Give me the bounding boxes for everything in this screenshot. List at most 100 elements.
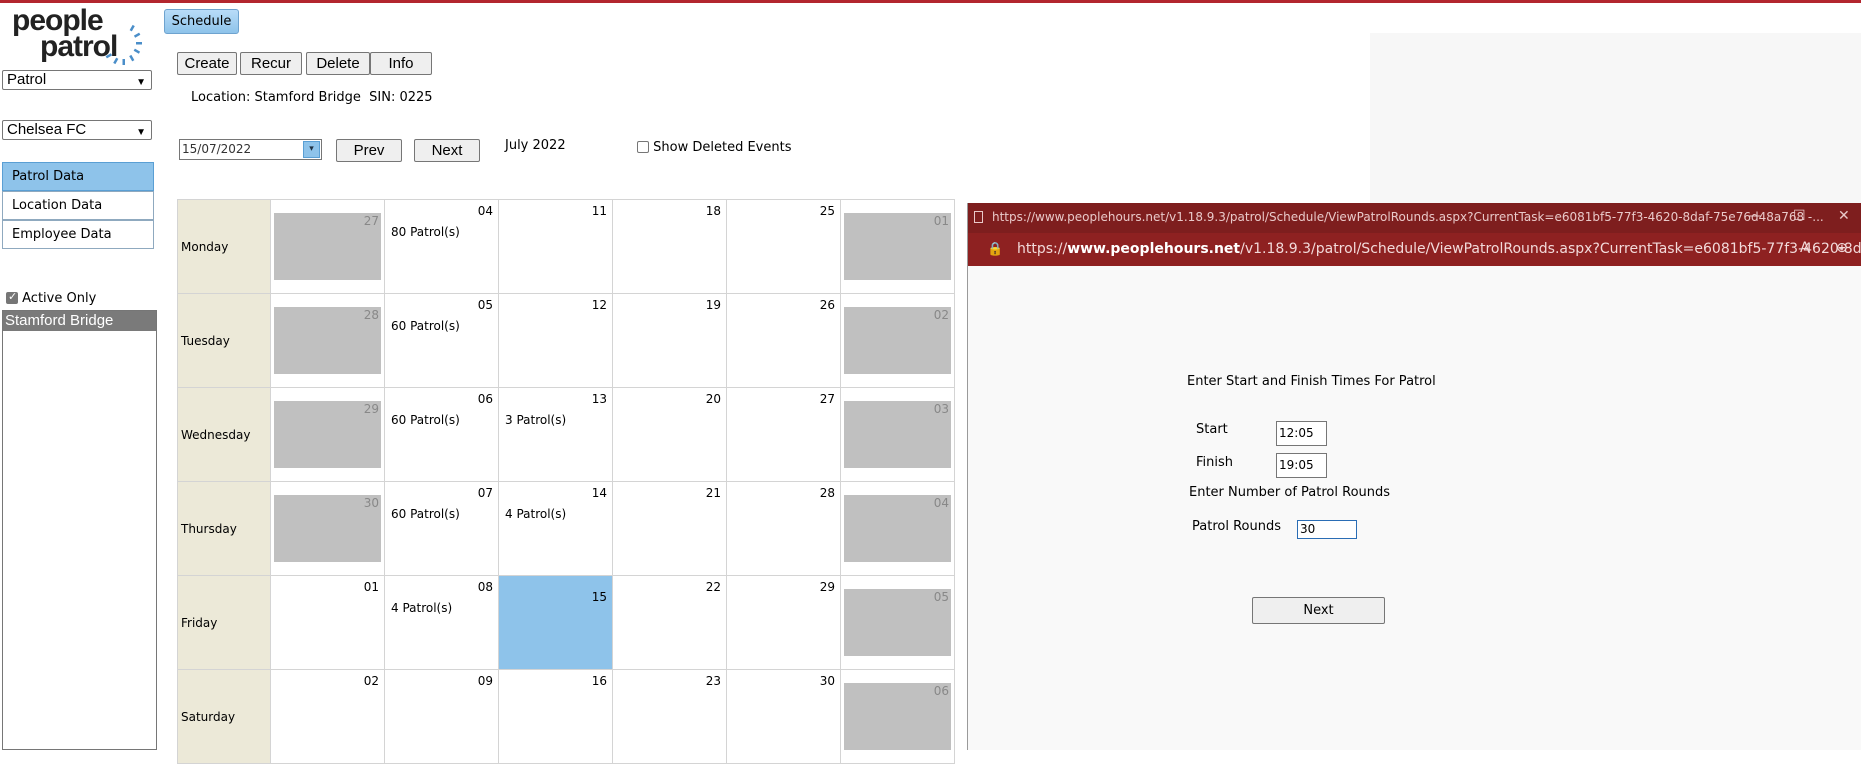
client-select-value: Chelsea FC: [7, 121, 87, 138]
calendar-day-cell[interactable]: 05: [840, 575, 955, 670]
calendar-day-cell[interactable]: 22: [612, 575, 727, 670]
calendar-day-cell[interactable]: 04 80 Patrol(s): [384, 199, 499, 294]
calendar-day-cell[interactable]: 18: [612, 199, 727, 294]
calendar-day-cell[interactable]: 02: [270, 669, 385, 764]
calendar-grid: Monday 27 04 80 Patrol(s) 11 18 25 01 Tuesday 28 0…: [177, 199, 955, 764]
address-path: /v1.18.9.3/patrol/Schedule/ViewPatrolRou…: [1240, 241, 1861, 257]
tab-patrol-data[interactable]: Patrol Data: [2, 162, 154, 191]
calendar-day-cell[interactable]: 01: [840, 199, 955, 294]
day-number: 20: [705, 392, 721, 406]
calendar-day-cell[interactable]: 25: [726, 199, 841, 294]
calendar-day-cell[interactable]: 30: [270, 481, 385, 576]
minimize-icon[interactable]: —: [1748, 208, 1762, 224]
calendar-week-row: Tuesday 28 05 60 Patrol(s) 12 19 26 02: [177, 293, 955, 388]
popup-title-url: https://www.peoplehours.net/v1.18.9.3/pa…: [992, 210, 1824, 224]
calendar-day-cell[interactable]: 28: [270, 293, 385, 388]
schedule-tab-button[interactable]: Schedule: [164, 9, 239, 34]
people-patrol-logo: people patrol: [12, 6, 142, 68]
calendar-day-cell[interactable]: 14 4 Patrol(s): [498, 481, 613, 576]
calendar-day-cell[interactable]: 12: [498, 293, 613, 388]
popup-address-url: https://www.peoplehours.net/v1.18.9.3/pa…: [1017, 241, 1861, 257]
calendar-day-cell[interactable]: 13 3 Patrol(s): [498, 387, 613, 482]
calendar-day-cell[interactable]: 19: [612, 293, 727, 388]
calendar-day-cell[interactable]: 03: [840, 387, 955, 482]
location-listbox[interactable]: Stamford Bridge: [2, 310, 157, 750]
close-icon[interactable]: ✕: [1838, 208, 1850, 224]
calendar-day-cell[interactable]: 29: [270, 387, 385, 482]
calendar-dropdown-icon[interactable]: ▾: [303, 141, 320, 158]
calendar-week-row: Wednesday 29 06 60 Patrol(s) 13 3 Patrol(s) 20…: [177, 387, 955, 482]
calendar-day-cell[interactable]: 11: [498, 199, 613, 294]
calendar-day-cell[interactable]: 30: [726, 669, 841, 764]
create-button[interactable]: Create: [177, 52, 237, 75]
location-info: Location: Stamford Bridge SIN: 0225: [191, 90, 433, 105]
calendar-day-cell[interactable]: 01: [270, 575, 385, 670]
day-number: 15: [591, 590, 607, 604]
calendar-day-cell[interactable]: 26: [726, 293, 841, 388]
day-number: 03: [933, 402, 949, 416]
show-deleted-checkbox[interactable]: [637, 141, 649, 153]
patrol-rounds-input[interactable]: 30: [1297, 520, 1357, 539]
rounds-heading: Enter Number of Patrol Rounds: [1189, 485, 1391, 500]
day-number: 29: [819, 580, 835, 594]
page-icon: [974, 211, 983, 223]
weekday-label: Tuesday: [177, 293, 271, 388]
calendar-day-cell[interactable]: 27: [270, 199, 385, 294]
chevron-down-icon: ▼: [136, 127, 146, 138]
calendar-day-cell[interactable]: 29: [726, 575, 841, 670]
finish-time-input[interactable]: 19:05: [1276, 453, 1327, 478]
calendar-day-cell[interactable]: 05 60 Patrol(s): [384, 293, 499, 388]
list-item[interactable]: Stamford Bridge: [3, 311, 156, 331]
calendar-day-cell[interactable]: 06 60 Patrol(s): [384, 387, 499, 482]
calendar-day-cell[interactable]: 15: [498, 575, 613, 670]
tab-location-data[interactable]: Location Data: [2, 191, 154, 220]
delete-button[interactable]: Delete: [306, 52, 370, 75]
times-heading: Enter Start and Finish Times For Patrol: [1187, 374, 1436, 389]
calendar-day-cell[interactable]: 20: [612, 387, 727, 482]
client-select[interactable]: Chelsea FC ▼: [2, 120, 152, 140]
calendar-day-cell[interactable]: 02: [840, 293, 955, 388]
calendar-day-cell[interactable]: 08 4 Patrol(s): [384, 575, 499, 670]
patrol-event[interactable]: 60 Patrol(s): [391, 507, 460, 521]
popup-next-button[interactable]: Next: [1252, 597, 1385, 624]
prev-button[interactable]: Prev: [336, 139, 402, 162]
day-number: 19: [705, 298, 721, 312]
tab-employee-data[interactable]: Employee Data: [2, 220, 154, 249]
patrol-event[interactable]: 3 Patrol(s): [505, 413, 566, 427]
show-deleted-label: Show Deleted Events: [653, 140, 792, 155]
recur-button[interactable]: Recur: [240, 52, 302, 75]
zoom-icon[interactable]: ⊕: [1836, 240, 1848, 256]
read-aloud-icon[interactable]: A: [1800, 240, 1810, 256]
calendar-day-cell[interactable]: 21: [612, 481, 727, 576]
patrol-event[interactable]: 60 Patrol(s): [391, 413, 460, 427]
calendar-day-cell[interactable]: 09: [384, 669, 499, 764]
day-number: 12: [591, 298, 607, 312]
day-number: 01: [933, 214, 949, 228]
patrol-event[interactable]: 4 Patrol(s): [505, 507, 566, 521]
patrol-event[interactable]: 60 Patrol(s): [391, 319, 460, 333]
day-number: 02: [363, 674, 379, 688]
maximize-icon[interactable]: ☐: [1793, 208, 1806, 224]
calendar-day-cell[interactable]: 04: [840, 481, 955, 576]
info-button[interactable]: Info: [370, 52, 432, 75]
calendar-day-cell[interactable]: 07 60 Patrol(s): [384, 481, 499, 576]
calendar-day-cell[interactable]: 23: [612, 669, 727, 764]
calendar-day-cell[interactable]: 28: [726, 481, 841, 576]
calendar-day-cell[interactable]: 06: [840, 669, 955, 764]
start-time-input[interactable]: 12:05: [1276, 421, 1327, 446]
calendar-day-cell[interactable]: 27: [726, 387, 841, 482]
popup-address-bar[interactable]: 🔒 https://www.peoplehours.net/v1.18.9.3/…: [968, 233, 1861, 266]
calendar-day-cell[interactable]: 16: [498, 669, 613, 764]
patrol-rounds-popup: https://www.peoplehours.net/v1.18.9.3/pa…: [967, 203, 1861, 750]
patrol-event[interactable]: 80 Patrol(s): [391, 225, 460, 239]
date-input[interactable]: 15/07/2022 ▾: [179, 139, 322, 160]
weekday-label: Thursday: [177, 481, 271, 576]
patrol-event[interactable]: 4 Patrol(s): [391, 601, 452, 615]
next-button[interactable]: Next: [414, 139, 480, 162]
module-select[interactable]: Patrol ▼: [2, 70, 152, 90]
day-number: 18: [705, 204, 721, 218]
day-number: 06: [933, 684, 949, 698]
start-label: Start: [1196, 422, 1228, 437]
date-input-value: 15/07/2022: [182, 142, 252, 156]
active-only-checkbox[interactable]: [6, 290, 18, 304]
